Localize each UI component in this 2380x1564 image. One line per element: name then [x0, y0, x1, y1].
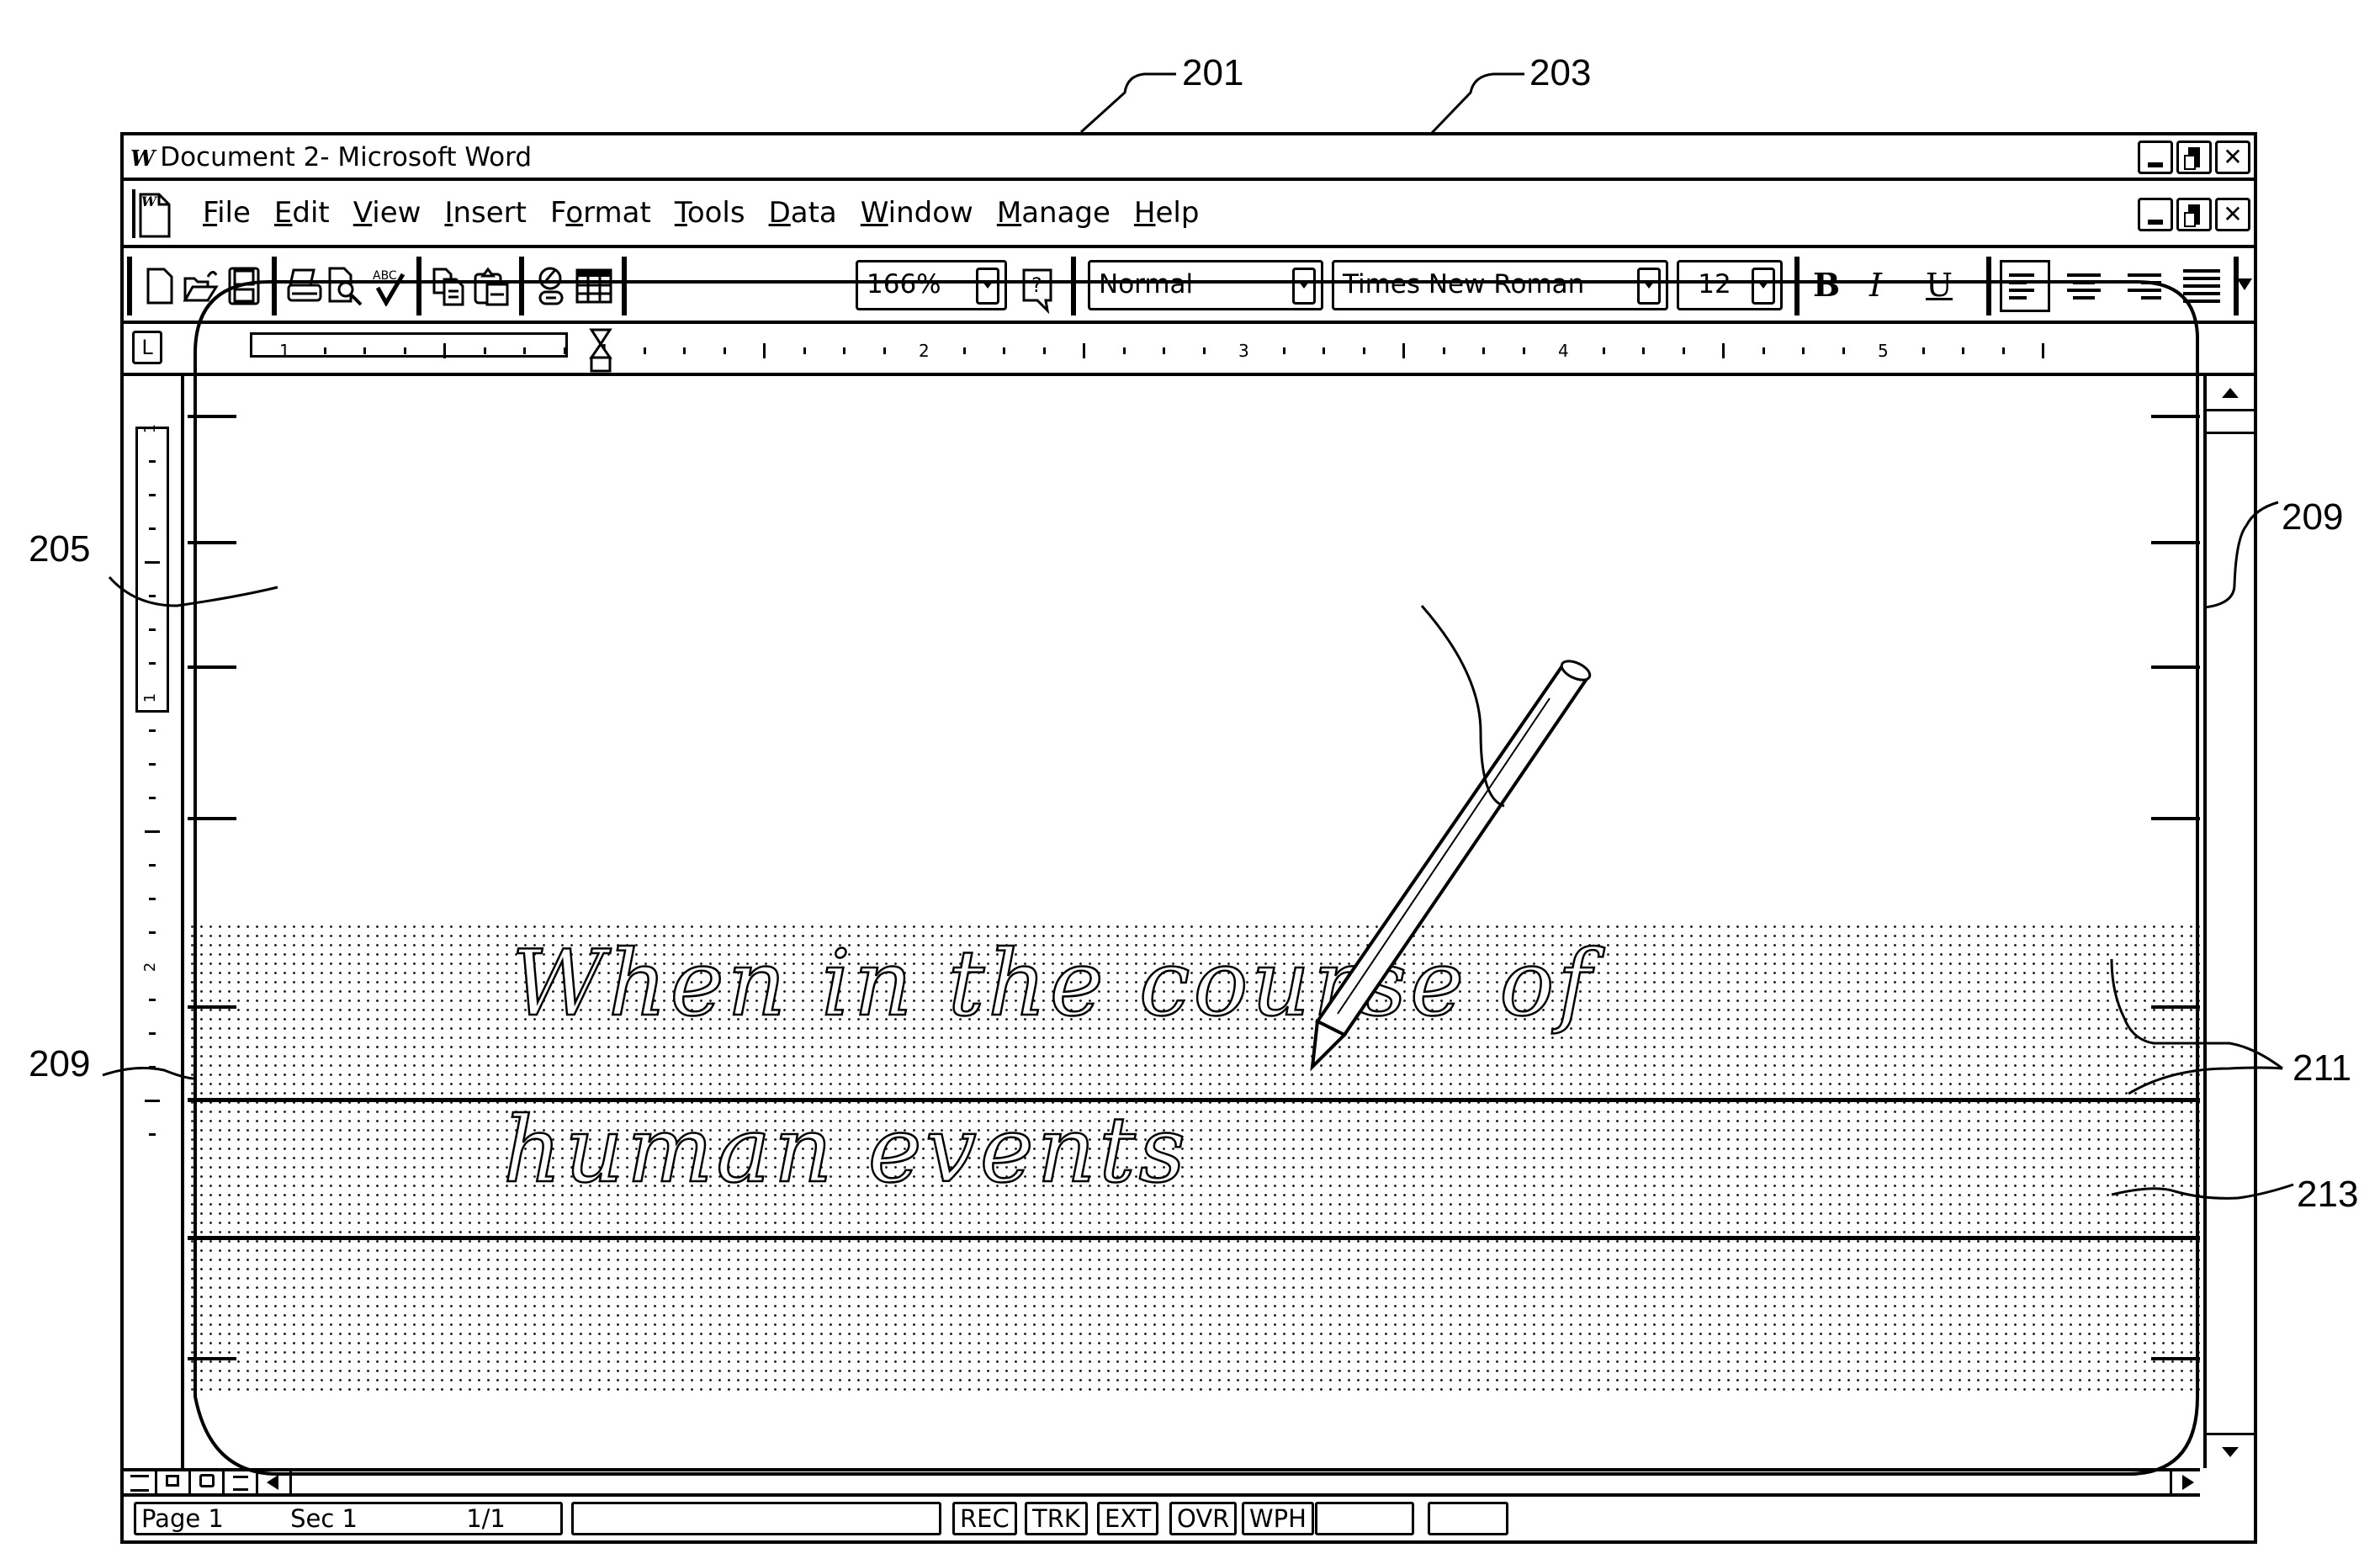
annotation-overlay	[102, 72, 2294, 1476]
leader-213	[2111, 1183, 2294, 1200]
callout-leaders	[102, 72, 2294, 1200]
stylus-pen-icon	[1310, 660, 1592, 1072]
writing-surface-outline	[193, 280, 2199, 1476]
leader-211-lower	[2128, 1066, 2283, 1095]
leader-201	[1079, 72, 1176, 134]
leader-203	[1429, 72, 1524, 136]
leader-209-right	[2203, 501, 2279, 609]
leader-209-left	[102, 1067, 196, 1080]
